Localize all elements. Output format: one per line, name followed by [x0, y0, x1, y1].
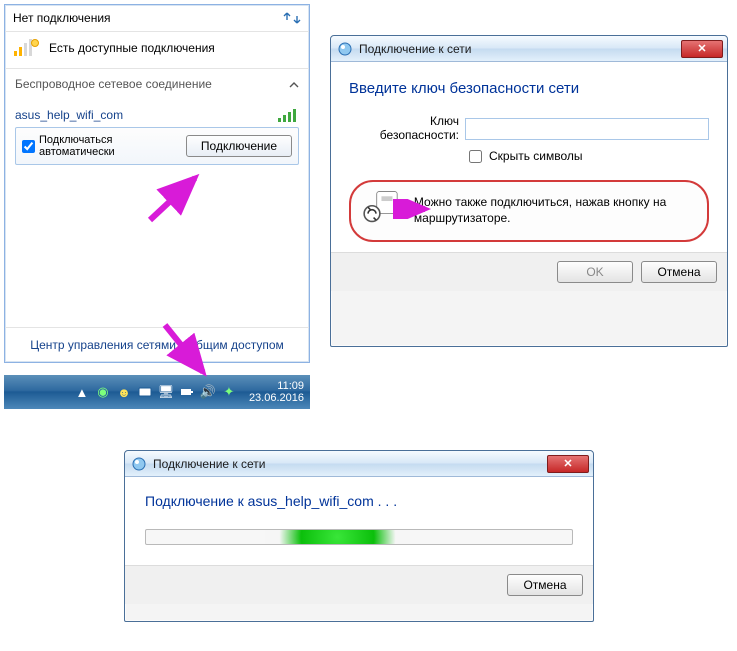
dialog-button-row: Отмена	[125, 565, 593, 604]
ok-button[interactable]: OK	[557, 261, 633, 283]
tray-icon[interactable]: ✦	[221, 384, 237, 400]
connecting-text: Подключение к asus_help_wifi_com . . .	[145, 493, 573, 509]
tray-icon[interactable]: ◉	[95, 384, 111, 400]
available-row: Есть доступные подключения	[5, 32, 309, 69]
connecting-dialog: Подключение к сети ✕ Подключение к asus_…	[124, 450, 594, 622]
taskbar-clock[interactable]: 11:09 23.06.2016	[249, 380, 304, 404]
dialog-body: Введите ключ безопасности сети Ключ безо…	[331, 62, 727, 252]
close-button[interactable]: ✕	[547, 455, 589, 473]
hide-chars-label: Скрыть символы	[489, 149, 583, 163]
security-dialog: Подключение к сети ✕ Введите ключ безопа…	[330, 35, 728, 347]
dialog-title: Подключение к сети	[359, 42, 675, 56]
clock-date: 23.06.2016	[249, 392, 304, 404]
cancel-button[interactable]: Отмена	[507, 574, 583, 596]
security-key-input[interactable]	[465, 118, 709, 140]
progress-bar	[145, 529, 573, 545]
hide-chars-checkbox[interactable]: Скрыть символы	[465, 147, 709, 166]
signal-sun-icon	[13, 38, 41, 58]
flyout-title: Нет подключения	[13, 11, 111, 25]
progress-fill	[265, 530, 410, 544]
taskbar: ▲ ◉ ☻ 🖥 🔊 ✦ 11:09 23.06.2016	[4, 375, 310, 409]
app-icon	[131, 456, 147, 472]
tray-icon[interactable]: ▲	[74, 384, 90, 400]
network-name: asus_help_wifi_com	[15, 108, 123, 122]
refresh-icon[interactable]	[283, 11, 301, 25]
network-flyout: Нет подключения Есть доступные подключен…	[4, 4, 310, 363]
section-wireless[interactable]: Беспроводное сетевое соединение	[5, 69, 309, 99]
chevron-up-icon	[289, 79, 299, 89]
tray-battery-icon[interactable]	[179, 384, 195, 400]
connect-button[interactable]: Подключение	[186, 135, 292, 157]
signal-bars-icon	[277, 107, 299, 123]
dialog-titlebar[interactable]: Подключение к сети ✕	[331, 36, 727, 62]
clock-time: 11:09	[249, 380, 304, 392]
network-center-link[interactable]: Центр управления сетями и общим доступом	[5, 327, 309, 362]
auto-connect-label: Подключаться автоматически	[39, 134, 180, 158]
dialog-title: Подключение к сети	[153, 457, 541, 471]
arrow-annotation-3	[393, 199, 433, 219]
tray-network-icon[interactable]	[137, 384, 153, 400]
tray-icons: ▲ ◉ ☻ 🖥 🔊 ✦	[74, 384, 237, 400]
app-icon	[337, 41, 353, 57]
wps-hint-text: Можно также подключиться, нажав кнопку н…	[414, 195, 691, 226]
key-label: Ключ безопасности:	[349, 115, 459, 143]
tray-icon[interactable]: ☻	[116, 384, 132, 400]
close-icon: ✕	[697, 42, 706, 55]
dialog-button-row: OK Отмена	[331, 252, 727, 291]
available-label: Есть доступные подключения	[49, 41, 215, 55]
dialog-body: Подключение к asus_help_wifi_com . . .	[125, 477, 593, 565]
tray-icon[interactable]: 🖥	[158, 384, 174, 400]
network-item[interactable]: asus_help_wifi_com Подключаться автомати…	[5, 99, 309, 171]
dialog-heading: Введите ключ безопасности сети	[349, 76, 709, 111]
dialog-titlebar[interactable]: Подключение к сети ✕	[125, 451, 593, 477]
close-button[interactable]: ✕	[681, 40, 723, 58]
wps-hint-box: Можно также подключиться, нажав кнопку н…	[349, 180, 709, 242]
section-label: Беспроводное сетевое соединение	[15, 77, 212, 91]
auto-connect-checkbox[interactable]: Подключаться автоматически	[22, 134, 180, 158]
cancel-button[interactable]: Отмена	[641, 261, 717, 283]
tray-volume-icon[interactable]: 🔊	[200, 384, 216, 400]
flyout-header: Нет подключения	[5, 5, 309, 32]
close-icon: ✕	[563, 457, 572, 470]
